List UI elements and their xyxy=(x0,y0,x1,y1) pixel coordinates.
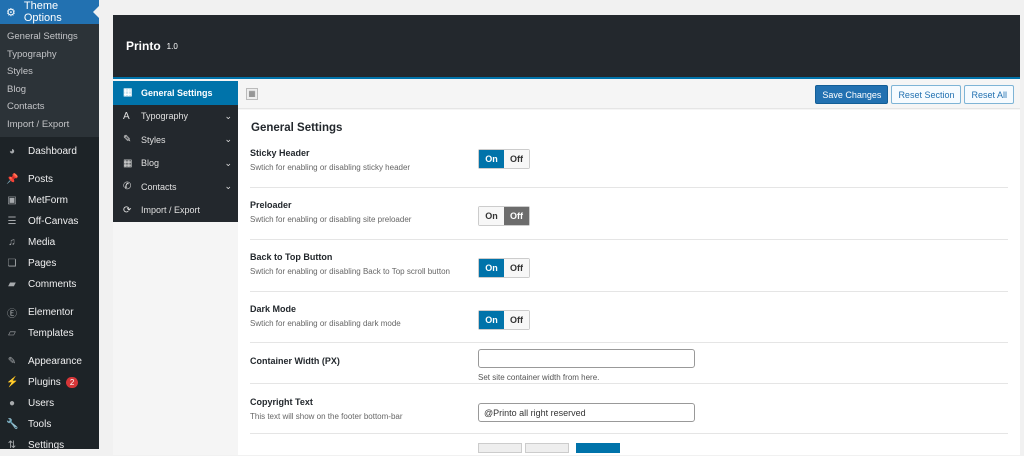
folder-icon: ▱ xyxy=(8,328,16,339)
submenu-typography[interactable]: Typography xyxy=(0,46,99,64)
refresh-icon: ⟳ xyxy=(123,204,132,216)
list-icon: ☰ xyxy=(7,216,17,227)
menu-metform[interactable]: ▣ MetForm xyxy=(0,190,99,211)
chevron-down-icon: ⌄ xyxy=(224,134,232,145)
menu-tools[interactable]: 🔧 Tools xyxy=(0,414,99,435)
sticky-header-toggle[interactable]: On Off xyxy=(478,149,530,169)
theme-options-panel: Printo 1.0 ▦ General Settings A Typography ⌄… xyxy=(113,15,1020,455)
partial-button[interactable] xyxy=(478,443,522,453)
theme-version: 1.0 xyxy=(166,41,178,51)
menu-comments[interactable]: ▰ Comments xyxy=(0,274,99,295)
menu-posts[interactable]: 📌 Posts xyxy=(0,169,99,190)
nav-contacts[interactable]: ✆ Contacts ⌄ xyxy=(113,175,238,199)
panel-header: Printo 1.0 xyxy=(113,15,1020,79)
expand-icon[interactable]: ▦ xyxy=(246,88,258,100)
chevron-down-icon: ⌄ xyxy=(224,157,232,168)
nav-typography[interactable]: A Typography ⌄ xyxy=(113,105,238,129)
user-icon: ● xyxy=(8,398,16,409)
submenu-general-settings[interactable]: General Settings xyxy=(0,28,99,46)
partial-button[interactable] xyxy=(576,443,620,453)
submenu-styles[interactable]: Styles xyxy=(0,63,99,81)
pin-icon: 📌 xyxy=(6,174,19,185)
gear-icon: ⚙ xyxy=(6,6,16,19)
grid-icon: ▦ xyxy=(123,157,133,169)
save-changes-button[interactable]: Save Changes xyxy=(815,85,889,104)
setting-preloader: Preloader Swtich for enabling or disablin… xyxy=(250,188,1008,240)
settings-icon: ⇅ xyxy=(7,440,17,451)
toolbar: ▦ Save Changes Reset Section Reset All xyxy=(238,81,1020,109)
media-icon: ♫ xyxy=(8,237,16,248)
wp-admin-sidebar: ⚙ Theme Options General Settings Typograp… xyxy=(0,0,99,451)
section-title: General Settings xyxy=(251,122,343,134)
reset-all-button[interactable]: Reset All xyxy=(964,85,1014,104)
brush-icon: ✎ xyxy=(123,134,132,146)
menu-dashboard[interactable]: ◕ Dashboard xyxy=(0,141,99,162)
nav-general-settings[interactable]: ▦ General Settings xyxy=(113,81,238,105)
submenu-import-export[interactable]: Import / Export xyxy=(0,116,99,134)
chevron-down-icon: ⌄ xyxy=(224,181,232,192)
submenu-blog[interactable]: Blog xyxy=(0,81,99,99)
nav-import-export[interactable]: ⟳ Import / Export xyxy=(113,199,238,223)
container-width-input[interactable] xyxy=(478,349,695,368)
brush-icon: ✎ xyxy=(7,356,17,367)
dark-mode-toggle[interactable]: On Off xyxy=(478,310,530,330)
back-to-top-toggle[interactable]: On Off xyxy=(478,258,530,278)
partial-button[interactable] xyxy=(525,443,569,453)
setting-back-to-top: Back to Top Button Swtich for enabling or… xyxy=(250,240,1008,292)
menu-settings[interactable]: ⇅ Settings xyxy=(0,435,99,456)
setting-copyright: Copyright Text This text will show on the… xyxy=(250,384,1008,434)
container-width-help: Set site container width from here. xyxy=(478,373,600,382)
menu-media[interactable]: ♫ Media xyxy=(0,232,99,253)
menu-pages[interactable]: ❏ Pages xyxy=(0,253,99,274)
menu-off-canvas[interactable]: ☰ Off-Canvas xyxy=(0,211,99,232)
copyright-input[interactable]: @Printo all right reserved xyxy=(478,403,695,422)
setting-dark-mode: Dark Mode Swtich for enabling or disablin… xyxy=(250,292,1008,343)
menu-elementor[interactable]: Ⓔ Elementor xyxy=(0,302,99,323)
dashboard-icon: ◕ xyxy=(8,146,16,157)
font-icon: A xyxy=(123,110,130,122)
menu-templates[interactable]: ▱ Templates xyxy=(0,323,99,344)
form-icon: ▣ xyxy=(7,195,17,206)
nav-blog[interactable]: ▦ Blog ⌄ xyxy=(113,152,238,176)
theme-title: Printo xyxy=(126,39,161,53)
menu-users[interactable]: ● Users xyxy=(0,393,99,414)
menu-plugins[interactable]: ⚡ Plugins 2 xyxy=(0,372,99,393)
phone-icon: ✆ xyxy=(123,181,132,193)
next-setting-row xyxy=(250,434,1008,454)
nav-styles[interactable]: ✎ Styles ⌄ xyxy=(113,128,238,152)
plugin-icon: ⚡ xyxy=(6,377,19,388)
wrench-icon: 🔧 xyxy=(6,419,19,430)
reset-section-button[interactable]: Reset Section xyxy=(891,85,962,104)
preloader-toggle[interactable]: On Off xyxy=(478,206,530,226)
comment-icon: ▰ xyxy=(8,279,16,290)
pages-icon: ❏ xyxy=(7,258,17,269)
plugins-update-badge: 2 xyxy=(65,377,79,388)
table-icon: ▦ xyxy=(123,87,133,99)
options-nav: ▦ General Settings A Typography ⌄ ✎ Styles ⌄ … xyxy=(113,81,238,222)
settings-content: General Settings Sticky Header Swtich for… xyxy=(238,110,1020,455)
menu-appearance[interactable]: ✎ Appearance xyxy=(0,351,99,372)
setting-container-width: Container Width (PX) Set site container … xyxy=(250,343,1008,384)
submenu-contacts[interactable]: Contacts xyxy=(0,98,99,116)
elementor-icon: Ⓔ xyxy=(7,309,17,320)
chevron-down-icon: ⌄ xyxy=(224,110,232,121)
menu-theme-options[interactable]: ⚙ Theme Options xyxy=(0,0,99,24)
setting-sticky-header: Sticky Header Swtich for enabling or disa… xyxy=(250,148,1008,188)
